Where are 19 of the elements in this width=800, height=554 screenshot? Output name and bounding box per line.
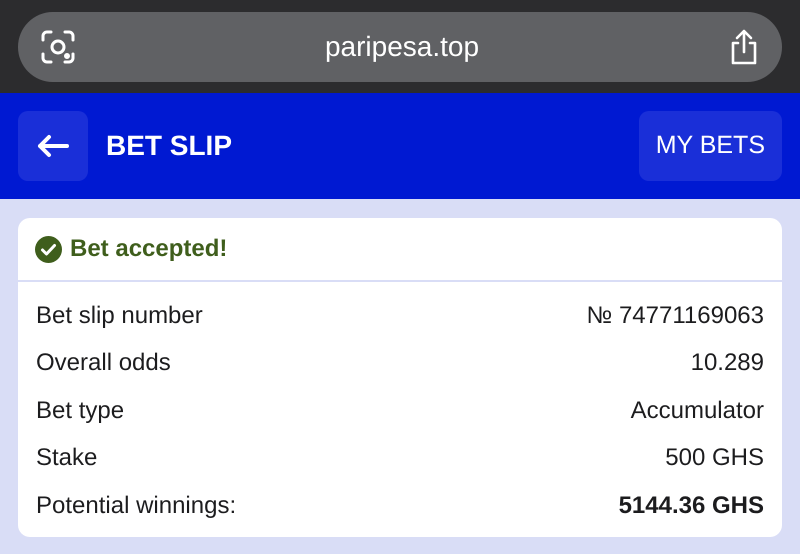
detail-value: № 74771169063 bbox=[586, 300, 764, 331]
detail-value: 5144.36 GHS bbox=[618, 490, 764, 521]
detail-label: Bet type bbox=[36, 396, 124, 426]
address-bar[interactable]: paripesa.top bbox=[18, 12, 782, 82]
back-button[interactable] bbox=[18, 111, 88, 181]
camera-lens-icon[interactable] bbox=[40, 28, 76, 64]
detail-value: 500 GHS bbox=[665, 443, 764, 474]
my-bets-button[interactable]: MY BETS bbox=[638, 111, 782, 181]
detail-label: Bet slip number bbox=[36, 300, 203, 331]
detail-label: Overall odds bbox=[36, 348, 171, 378]
url-text: paripesa.top bbox=[324, 30, 480, 64]
detail-label: Potential winnings: bbox=[36, 490, 236, 521]
check-circle-icon bbox=[35, 236, 62, 262]
detail-label: Stake bbox=[36, 443, 98, 474]
back-arrow-icon bbox=[37, 134, 69, 158]
detail-value: Accumulator bbox=[630, 396, 764, 426]
detail-value: 10.289 bbox=[690, 348, 764, 378]
page-title: BET SLIP bbox=[106, 129, 234, 163]
status-message: Bet accepted! bbox=[70, 234, 228, 264]
